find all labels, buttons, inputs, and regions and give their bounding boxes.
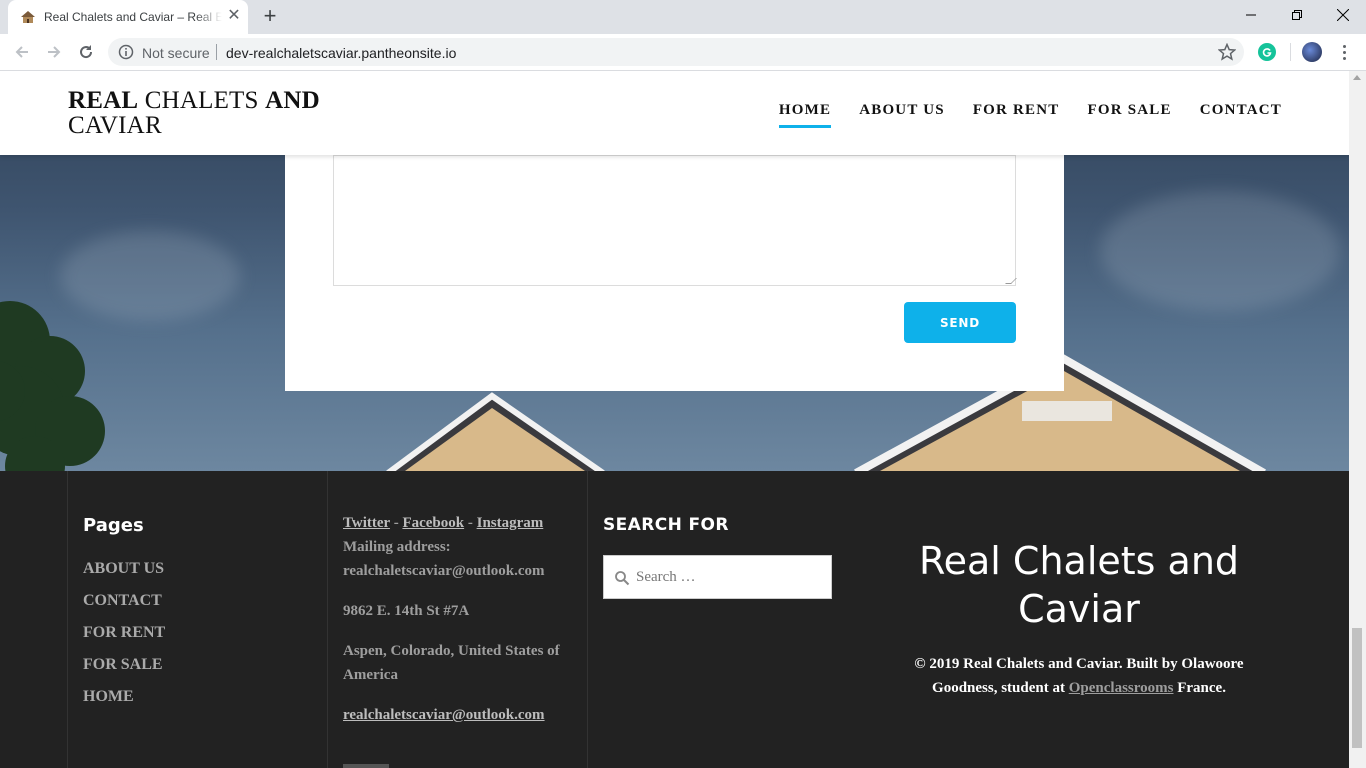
grammarly-extension-icon[interactable] [1258,43,1276,61]
search-input[interactable] [636,556,826,598]
omnibox-divider [216,44,217,60]
site-title[interactable]: REAL CHALETS AND CAVIAR [68,88,348,138]
footer-link-about-us[interactable]: ABOUT US [83,561,165,577]
title-word-chalets: CHALETS [138,87,266,114]
nav-for-sale[interactable]: FOR SALE [1088,102,1172,128]
reload-icon[interactable] [74,40,98,64]
forward-icon[interactable] [42,40,66,64]
footer-pages-column: Pages ABOUT US CONTACT FOR RENT FOR SALE… [67,471,327,768]
site-footer: Pages ABOUT US CONTACT FOR RENT FOR SALE… [0,471,1349,768]
nav-for-rent[interactable]: FOR RENT [973,102,1060,128]
browser-tab[interactable]: Real Chalets and Caviar – Real Estate ✕ [8,0,248,34]
message-textarea[interactable] [333,155,1016,286]
social-separator: - [464,515,477,531]
twitter-link[interactable]: Twitter [343,515,390,531]
new-tab-icon[interactable]: + [258,5,282,29]
mailing-email: realchaletscaviar@outlook.com [343,563,545,579]
mailing-address-label: Mailing address: [343,539,451,555]
close-window-icon[interactable] [1320,0,1366,30]
scroll-to-top-tab[interactable] [343,764,389,768]
toolbar-divider [1290,43,1291,61]
facebook-link[interactable]: Facebook [402,515,464,531]
openclassrooms-link[interactable]: Openclassrooms [1069,680,1174,696]
scroll-up-arrow-icon[interactable] [1353,75,1361,80]
footer-link-for-rent[interactable]: FOR RENT [83,625,165,641]
title-word-and: AND [265,87,320,114]
browser-menu-icon[interactable] [1336,42,1352,62]
back-icon[interactable] [10,40,34,64]
scrollbar-thumb[interactable] [1352,628,1362,748]
email-link[interactable]: realchaletscaviar@outlook.com [343,707,545,723]
page-scrollbar[interactable] [1349,71,1366,768]
info-icon[interactable] [118,44,134,60]
security-label: Not secure [142,45,210,61]
url-text[interactable]: dev-realchaletscaviar.pantheonsite.io [226,45,456,61]
tab-close-icon[interactable]: ✕ [226,8,242,24]
pages-heading: Pages [83,515,144,536]
social-and-mail-block: Twitter - Facebook - Instagram Mailing a… [343,511,545,583]
main-navigation: HOME ABOUT US FOR RENT FOR SALE CONTACT [778,102,1282,128]
bookmark-star-icon[interactable] [1218,43,1236,61]
address-bar[interactable]: Not secure dev-realchaletscaviar.pantheo… [108,38,1244,66]
search-box[interactable] [603,555,832,599]
footer-search-column: SEARCH FOR [587,471,847,768]
footer-contact-column: Twitter - Facebook - Instagram Mailing a… [327,471,587,768]
copyright-text: © 2019 Real Chalets and Caviar. Built by… [899,652,1259,700]
profile-avatar[interactable] [1302,42,1322,62]
search-heading: SEARCH FOR [603,515,729,535]
title-word-caviar: CAVIAR [68,112,162,139]
house-favicon-icon [21,11,35,23]
search-icon [615,571,630,586]
send-button[interactable]: SEND [904,302,1016,343]
footer-pages-list: ABOUT US CONTACT FOR RENT FOR SALE HOME [83,561,165,721]
nav-about-us[interactable]: ABOUT US [859,102,945,128]
city-address: Aspen, Colorado, United States of Americ… [343,643,560,683]
footer-link-home[interactable]: HOME [83,689,165,705]
copyright-suffix: France. [1173,680,1226,696]
minimize-icon[interactable] [1228,0,1274,30]
browser-tab-bar: Real Chalets and Caviar – Real Estate ✕ … [0,0,1366,34]
instagram-link[interactable]: Instagram [477,515,544,531]
footer-brand-column: Real Chalets and Caviar © 2019 Real Chal… [899,471,1259,768]
footer-brand-name: Real Chalets and Caviar [918,539,1240,631]
title-word-real: REAL [68,87,139,114]
footer-link-for-sale[interactable]: FOR SALE [83,657,165,673]
nav-contact[interactable]: CONTACT [1200,102,1282,128]
tab-title: Real Chalets and Caviar – Real Estate [44,10,222,24]
nav-home[interactable]: HOME [778,102,832,128]
page-viewport: SEND REAL CHALETS AND CAVIAR HOME ABOUT U… [0,71,1349,768]
social-separator: - [389,515,403,531]
browser-toolbar: Not secure dev-realchaletscaviar.pantheo… [0,34,1366,71]
restore-icon[interactable] [1274,0,1320,30]
footer-link-contact[interactable]: CONTACT [83,593,165,609]
site-header: REAL CHALETS AND CAVIAR HOME ABOUT US FOR… [0,71,1349,155]
street-address: 9862 E. 14th St #7A [343,603,470,619]
